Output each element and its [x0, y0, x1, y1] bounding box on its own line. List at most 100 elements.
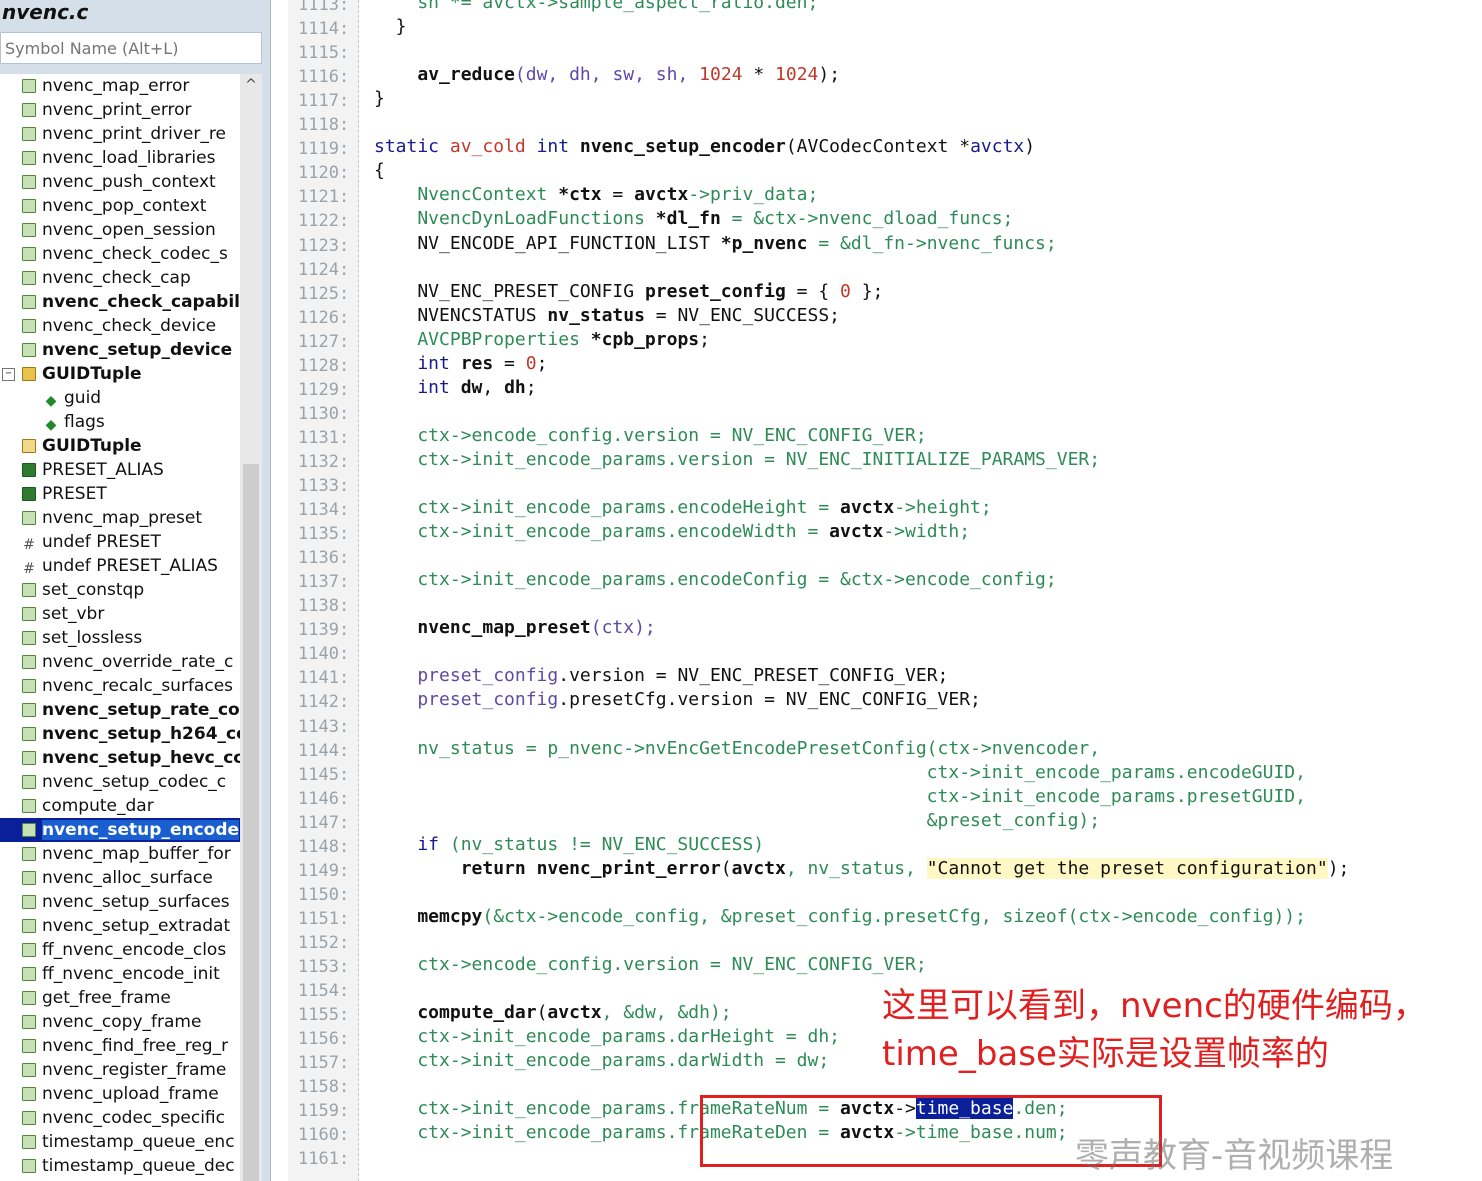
code-line[interactable]: ctx->encode_config.version = NV_ENC_CONF… [374, 425, 926, 446]
symbol-search-input[interactable] [0, 32, 262, 64]
symbol-item[interactable]: set_vbr [0, 602, 240, 626]
symbol-item[interactable]: # undef PRESET_ALIAS [0, 554, 240, 578]
symbol-item[interactable]: nvenc_setup_extradat [0, 914, 240, 938]
code-line[interactable]: ctx->init_encode_params.encodeConfig = &… [374, 569, 1056, 590]
symbol-item[interactable]: − GUIDTuple [0, 362, 240, 386]
code-token: nv_status = p_nvenc->nvEncGetEncodePrese… [374, 737, 1101, 759]
code-line[interactable]: av_reduce(dw, dh, sw, sh, 1024 * 1024); [374, 64, 840, 85]
line-number: 1147: [298, 812, 350, 833]
tree-collapse-icon[interactable]: − [2, 368, 15, 381]
symbol-item[interactable]: nvenc_setup_hevc_cc [0, 746, 240, 770]
symbol-label: timestamp_queue_dec [42, 1156, 235, 1176]
symbol-item[interactable]: nvenc_register_frame [0, 1058, 240, 1082]
code-line[interactable]: ctx->init_encode_params.darHeight = dh; [374, 1026, 840, 1047]
code-line[interactable]: int res = 0; [374, 353, 547, 374]
code-line[interactable]: sh *= avctx->sample_aspect_ratio.den; [374, 0, 818, 13]
code-line[interactable]: compute_dar(avctx, &dw, &dh); [374, 1002, 731, 1023]
code-line[interactable]: if (nv_status != NV_ENC_SUCCESS) [374, 834, 764, 855]
code-line[interactable]: AVCPBProperties *cpb_props; [374, 329, 710, 350]
code-line[interactable]: memcpy(&ctx->encode_config, &preset_conf… [374, 906, 1306, 927]
symbol-item[interactable]: ◆ flags [0, 410, 240, 434]
symbol-item[interactable]: nvenc_override_rate_c [0, 650, 240, 674]
symbol-item[interactable]: nvenc_map_preset [0, 506, 240, 530]
code-line[interactable]: NV_ENC_PRESET_CONFIG preset_config = { 0… [374, 281, 883, 302]
symbol-item[interactable]: nvenc_open_session [0, 218, 240, 242]
symbol-item[interactable]: nvenc_push_context [0, 170, 240, 194]
scrollbar-thumb[interactable] [243, 464, 259, 1181]
symbol-label: nvenc_recalc_surfaces [42, 676, 234, 696]
symbol-item[interactable]: nvenc_print_driver_re [0, 122, 240, 146]
code-line[interactable]: return nvenc_print_error(avctx, nv_statu… [374, 857, 1349, 879]
symbol-item[interactable]: timestamp_queue_enc [0, 1130, 240, 1154]
code-token: = { [785, 280, 841, 302]
symbol-item[interactable]: ◆ guid [0, 386, 240, 410]
symbol-item[interactable]: nvenc_map_buffer_for [0, 842, 240, 866]
symbol-item[interactable]: PRESET [0, 482, 240, 506]
code-line[interactable]: preset_config.presetCfg.version = NV_ENC… [374, 689, 981, 710]
code-line[interactable]: &preset_config); [374, 810, 1100, 831]
symbol-item[interactable]: nvenc_copy_frame [0, 1010, 240, 1034]
code-line[interactable]: ctx->init_encode_params.version = NV_ENC… [374, 449, 1100, 470]
symbol-item[interactable]: nvenc_setup_codec_c [0, 770, 240, 794]
symbol-item[interactable]: nvenc_alloc_surface [0, 866, 240, 890]
symbol-item[interactable]: GUIDTuple [0, 434, 240, 458]
symbol-label: nvenc_setup_surfaces [42, 892, 230, 912]
symbol-item[interactable]: nvenc_setup_rate_co [0, 698, 240, 722]
symbol-item[interactable]: compute_dar [0, 794, 240, 818]
symbol-item[interactable]: nvenc_map_error [0, 74, 240, 98]
code-line[interactable]: int dw, dh; [374, 377, 536, 398]
code-line[interactable]: ctx->init_encode_params.presetGUID, [374, 786, 1306, 807]
code-line[interactable]: static av_cold int nvenc_setup_encoder(A… [374, 136, 1035, 157]
code-line[interactable]: nvenc_map_preset(ctx); [374, 617, 655, 639]
symbol-item[interactable]: ff_nvenc_encode_clos [0, 938, 240, 962]
code-line[interactable]: NvencContext *ctx = avctx->priv_data; [374, 184, 818, 205]
symbol-item[interactable]: nvenc_check_cap [0, 266, 240, 290]
symbol-item[interactable]: nvenc_upload_frame [0, 1082, 240, 1106]
code-line[interactable]: NVENCSTATUS nv_status = NV_ENC_SUCCESS; [374, 305, 840, 326]
code-line[interactable]: ctx->init_encode_params.darWidth = dw; [374, 1050, 829, 1071]
symbol-item[interactable]: nvenc_setup_h264_cc [0, 722, 240, 746]
line-number: 1125: [298, 283, 350, 304]
symbol-list-scrollbar[interactable]: ^ [240, 74, 262, 1181]
symbol-item[interactable]: nvenc_find_free_reg_r [0, 1034, 240, 1058]
code-token: ) [1024, 136, 1036, 158]
code-line[interactable]: NvencDynLoadFunctions *dl_fn = &ctx->nve… [374, 208, 1013, 229]
symbol-item[interactable]: nvenc_setup_device [0, 338, 240, 362]
code-line[interactable]: } [374, 16, 407, 37]
scroll-up-arrow-icon[interactable]: ^ [240, 74, 262, 96]
symbol-item[interactable]: nvenc_check_device [0, 314, 240, 338]
symbol-item[interactable]: # undef PRESET [0, 530, 240, 554]
code-token: AVCPBProperties [374, 328, 591, 350]
code-line[interactable]: nv_status = p_nvenc->nvEncGetEncodePrese… [374, 738, 1100, 759]
code-line[interactable]: } [374, 88, 385, 109]
code-token: 0 [840, 280, 851, 302]
symbol-item[interactable]: set_lossless [0, 626, 240, 650]
function-icon [22, 1039, 36, 1053]
symbol-item[interactable]: nvenc_setup_surfaces [0, 890, 240, 914]
code-token: nvenc_map_preset [417, 617, 591, 639]
line-number: 1145: [298, 764, 350, 785]
symbol-item[interactable]: get_free_frame [0, 986, 240, 1010]
symbol-item[interactable]: ff_nvenc_encode_init [0, 962, 240, 986]
symbol-item[interactable]: nvenc_check_codec_s [0, 242, 240, 266]
code-line[interactable]: NV_ENCODE_API_FUNCTION_LIST *p_nvenc = &… [374, 233, 1056, 254]
code-line[interactable]: ctx->init_encode_params.encodeWidth = av… [374, 521, 970, 542]
symbol-item[interactable]: nvenc_pop_context [0, 194, 240, 218]
symbol-item[interactable]: nvenc_codec_specific [0, 1106, 240, 1130]
function-icon [22, 991, 36, 1005]
symbol-item[interactable]: nvenc_load_libraries [0, 146, 240, 170]
symbol-item[interactable]: timestamp_queue_dec [0, 1154, 240, 1178]
code-line[interactable]: ctx->init_encode_params.encodeGUID, [374, 762, 1306, 783]
code-line[interactable]: preset_config.version = NV_ENC_PRESET_CO… [374, 665, 948, 686]
symbol-item[interactable]: nvenc_setup_encode [0, 818, 240, 842]
symbol-item[interactable]: PRESET_ALIAS [0, 458, 240, 482]
code-line[interactable]: ctx->encode_config.version = NV_ENC_CONF… [374, 954, 926, 975]
code-token: 1024 [775, 64, 819, 86]
code-line[interactable]: ctx->init_encode_params.encodeHeight = a… [374, 497, 991, 518]
code-line[interactable]: { [374, 160, 385, 181]
symbol-item[interactable]: nvenc_recalc_surfaces [0, 674, 240, 698]
symbol-item[interactable]: set_constqp [0, 578, 240, 602]
line-number: 1121: [298, 187, 350, 208]
symbol-item[interactable]: nvenc_print_error [0, 98, 240, 122]
symbol-item[interactable]: nvenc_check_capabili [0, 290, 240, 314]
